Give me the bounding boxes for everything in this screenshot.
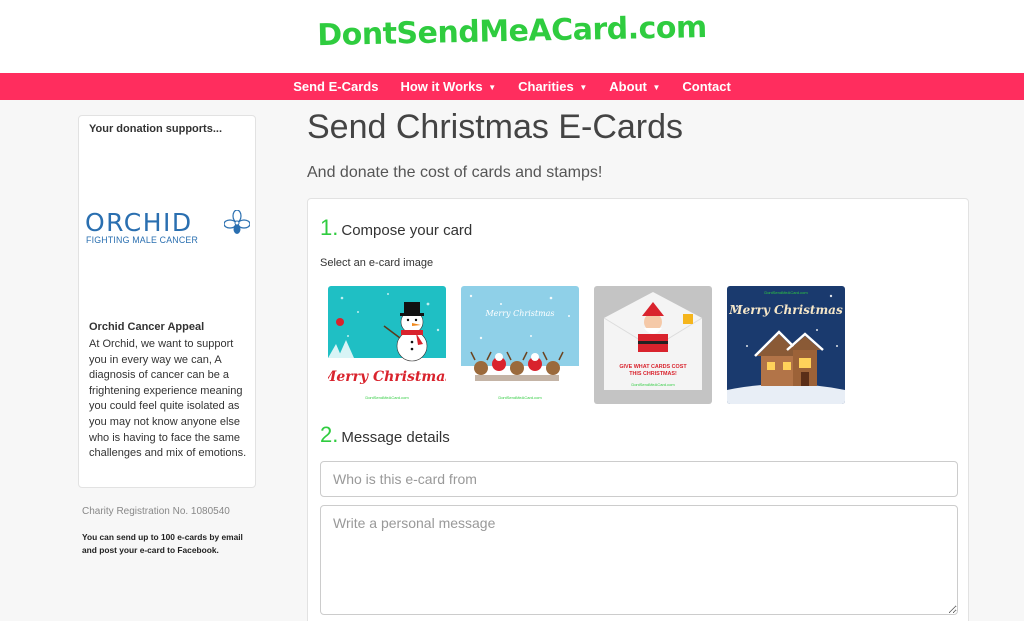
appeal-title: Orchid Cancer Appeal (89, 321, 205, 333)
page-title: Send Christmas E-Cards (307, 108, 684, 146)
site-logo[interactable]: DontSendMeACard.com (0, 3, 1024, 59)
charity-registration: Charity Registration No. 1080540 (82, 506, 230, 517)
step-compose-heading: 1. Compose your card (320, 215, 472, 241)
charity-logo-word: ORCHID (85, 208, 193, 237)
send-limit-note: You can send up to 100 e-cards by email … (82, 532, 243, 555)
nav-charities[interactable]: Charities ▼ (507, 73, 598, 100)
sender-name-input[interactable] (320, 461, 958, 497)
select-image-label: Select an e-card image (320, 257, 434, 269)
ecard-option-santa-envelope[interactable]: GIVE WHAT CARDS COST THIS CHRISTMAS! Dont… (594, 286, 712, 404)
nav-send-ecards[interactable]: Send E-Cards (282, 73, 389, 100)
step-number: 1. (320, 215, 339, 240)
snowman-card-image: Merry Christmas DontSendMeACard.com (328, 286, 446, 404)
nav-how-it-works[interactable]: How it Works ▼ (389, 73, 507, 100)
step-message-heading: 2. Message details (320, 422, 450, 448)
step-label: Message details (341, 429, 450, 446)
house-card-image: DontSendMeACard.com Merry Christmas (727, 286, 845, 404)
personal-message-textarea[interactable] (320, 505, 958, 615)
reindeer-card-image: Merry Christmas DontSendMeACard.com (461, 286, 579, 404)
step-label: Compose your card (341, 222, 473, 239)
card-footer: DontSendMeACard.com (631, 382, 675, 387)
card-footer: DontSendMeACard.com (764, 290, 808, 295)
appeal-description: At Orchid, we want to support you in eve… (89, 338, 247, 460)
caret-down-icon: ▼ (652, 83, 661, 93)
card-greeting: Merry Christmas (328, 369, 446, 385)
charity-logo-tagline: FIGHTING MALE CANCER (86, 235, 199, 245)
ecard-option-snowman[interactable]: Merry Christmas DontSendMeACard.com (328, 286, 446, 404)
card-footer: DontSendMeACard.com (365, 395, 409, 400)
page-subtitle: And donate the cost of cards and stamps! (307, 164, 603, 181)
card-greeting: Merry Christmas (484, 309, 554, 318)
caret-down-icon: ▼ (488, 83, 497, 93)
card-footer: DontSendMeACard.com (498, 395, 542, 400)
charity-logo[interactable]: ORCHID FIGHTING MALE CANCER (85, 208, 253, 248)
sidebar-heading: Your donation supports... (89, 123, 223, 135)
ecard-option-reindeer[interactable]: Merry Christmas DontSendMeACard.com (461, 286, 579, 404)
step-number: 2. (320, 422, 339, 447)
charity-sidebar: Your donation supports... ORCHID FIGHTIN… (78, 115, 256, 488)
ecard-option-house[interactable]: DontSendMeACard.com Merry Christmas (727, 286, 845, 404)
nav-about[interactable]: About ▼ (598, 73, 671, 100)
site-header: DontSendMeACard.com (0, 0, 1024, 73)
card-greeting: Merry Christmas (728, 303, 843, 317)
compose-panel: 1. Compose your card Select an e-card ima… (307, 198, 969, 621)
caret-down-icon: ▼ (579, 83, 588, 93)
main-nav: Send E-Cards How it Works ▼ Charities ▼ … (0, 73, 1024, 100)
nav-contact[interactable]: Contact (671, 73, 741, 100)
santa-envelope-card-image: GIVE WHAT CARDS COST THIS CHRISTMAS! Dont… (594, 286, 712, 404)
orchid-flower-icon (224, 210, 250, 234)
